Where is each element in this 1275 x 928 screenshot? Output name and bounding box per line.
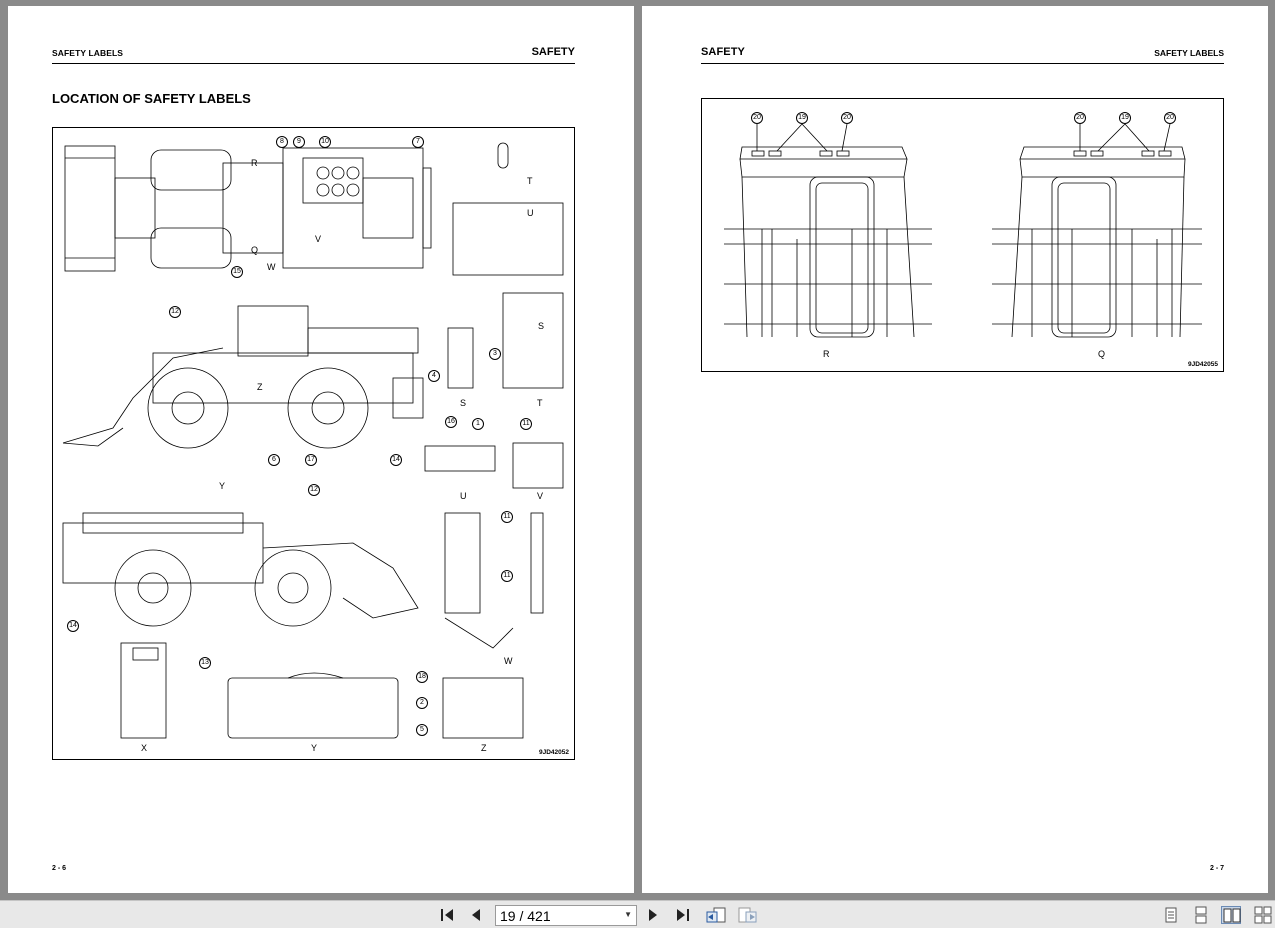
- total-pages: 421: [527, 908, 551, 924]
- view-label-r: R: [823, 349, 830, 359]
- callout-12: 12: [169, 306, 181, 318]
- page-number-select[interactable]: 19 / 421 ▼: [495, 905, 637, 926]
- callout-5: 5: [416, 724, 428, 736]
- callout-2: 2: [416, 697, 428, 709]
- prev-page-icon[interactable]: [466, 906, 486, 924]
- arrow-label-v: V: [315, 234, 322, 244]
- continuous-page-icon[interactable]: [1191, 906, 1211, 924]
- callout-20b: 20: [841, 112, 853, 124]
- callout-14: 14: [390, 454, 402, 466]
- arrow-label-y: Y: [219, 481, 226, 491]
- arrow-label-w: W: [267, 262, 276, 272]
- callout-8: 8: [276, 136, 288, 148]
- callout-1: 1: [472, 418, 484, 430]
- callout-19a: 19: [796, 112, 808, 124]
- navigation-toolbar: 19 / 421 ▼: [0, 900, 1275, 928]
- arrow-label-s: S: [538, 321, 545, 331]
- go-back-icon[interactable]: [705, 906, 726, 924]
- page-header: SAFETY LABELS SAFETY: [52, 44, 575, 64]
- go-forward-icon[interactable]: [737, 906, 757, 924]
- view-label-x: X: [141, 743, 148, 753]
- callout-20a: 20: [751, 112, 763, 124]
- arrow-label-t: T: [527, 176, 533, 186]
- callout-9: 9: [293, 136, 305, 148]
- page-number: 2 - 6: [52, 865, 67, 872]
- view-label-q: Q: [1098, 349, 1106, 359]
- page-header: SAFETY SAFETY LABELS: [701, 44, 1224, 64]
- next-page-icon[interactable]: [643, 906, 663, 924]
- header-left-text: SAFETY: [701, 46, 745, 58]
- current-page: 19: [500, 908, 516, 924]
- header-right-text: SAFETY: [531, 46, 575, 58]
- callout-12b: 12: [308, 484, 320, 496]
- first-page-icon[interactable]: [437, 906, 457, 924]
- figure-code: 9JD42055: [1188, 361, 1218, 368]
- view-label-w: W: [504, 656, 513, 666]
- view-label-t: T: [537, 398, 543, 408]
- callout-18: 18: [416, 671, 428, 683]
- callout-4: 4: [428, 370, 440, 382]
- arrow-label-z: Z: [257, 382, 263, 392]
- chevron-down-icon: ▼: [624, 910, 632, 919]
- view-label-y: Y: [311, 743, 318, 753]
- callout-11c: 11: [501, 570, 513, 582]
- callout-16: 16: [445, 416, 457, 428]
- callout-17: 17: [305, 454, 317, 466]
- section-title: LOCATION OF SAFETY LABELS: [52, 91, 251, 106]
- callout-11b: 11: [501, 511, 513, 523]
- cab-drawing: [724, 123, 1202, 338]
- page-number-text: 19 / 421: [500, 908, 551, 924]
- cab-roof-figure: 20 19 20 20 19 20 R Q 9JD42055: [701, 98, 1224, 372]
- callout-3: 3: [489, 348, 501, 360]
- figure-code: 9JD42052: [539, 749, 569, 756]
- callout-7: 7: [412, 136, 424, 148]
- document-viewer[interactable]: SAFETY LABELS SAFETY LOCATION OF SAFETY …: [0, 0, 1275, 900]
- header-right-text: SAFETY LABELS: [1154, 48, 1224, 58]
- arrow-label-r: R: [251, 158, 258, 168]
- page-number: 2 - 7: [1209, 865, 1224, 872]
- callout-14b: 14: [67, 620, 79, 632]
- callout-13: 13: [199, 657, 211, 669]
- page-right: SAFETY SAFETY LABELS 20 19 20 20 19 20 R…: [642, 6, 1268, 893]
- facing-pages-icon[interactable]: [1221, 906, 1241, 924]
- callout-10: 10: [319, 136, 331, 148]
- arrow-label-u: U: [527, 208, 534, 218]
- machine-drawing: [62, 142, 564, 739]
- callout-20d: 20: [1164, 112, 1176, 124]
- callout-15: 15: [231, 266, 243, 278]
- header-left-text: SAFETY LABELS: [52, 48, 124, 58]
- page-separator: /: [515, 908, 528, 924]
- view-label-v: V: [537, 491, 544, 501]
- view-label-s: S: [460, 398, 467, 408]
- callout-20c: 20: [1074, 112, 1086, 124]
- callout-11: 11: [520, 418, 532, 430]
- arrow-label-q: Q: [251, 245, 259, 255]
- view-label-u: U: [460, 491, 467, 501]
- view-label-z: Z: [481, 743, 487, 753]
- single-page-icon[interactable]: [1161, 906, 1181, 924]
- continuous-facing-icon[interactable]: [1253, 906, 1273, 924]
- page-left: SAFETY LABELS SAFETY LOCATION OF SAFETY …: [8, 6, 634, 893]
- safety-label-location-figure: 8 9 10 7 15 12 3 4 6 17 14 16 1 11 12 11…: [52, 127, 575, 760]
- callout-6: 6: [268, 454, 280, 466]
- last-page-icon[interactable]: [673, 906, 693, 924]
- callout-19b: 19: [1119, 112, 1131, 124]
